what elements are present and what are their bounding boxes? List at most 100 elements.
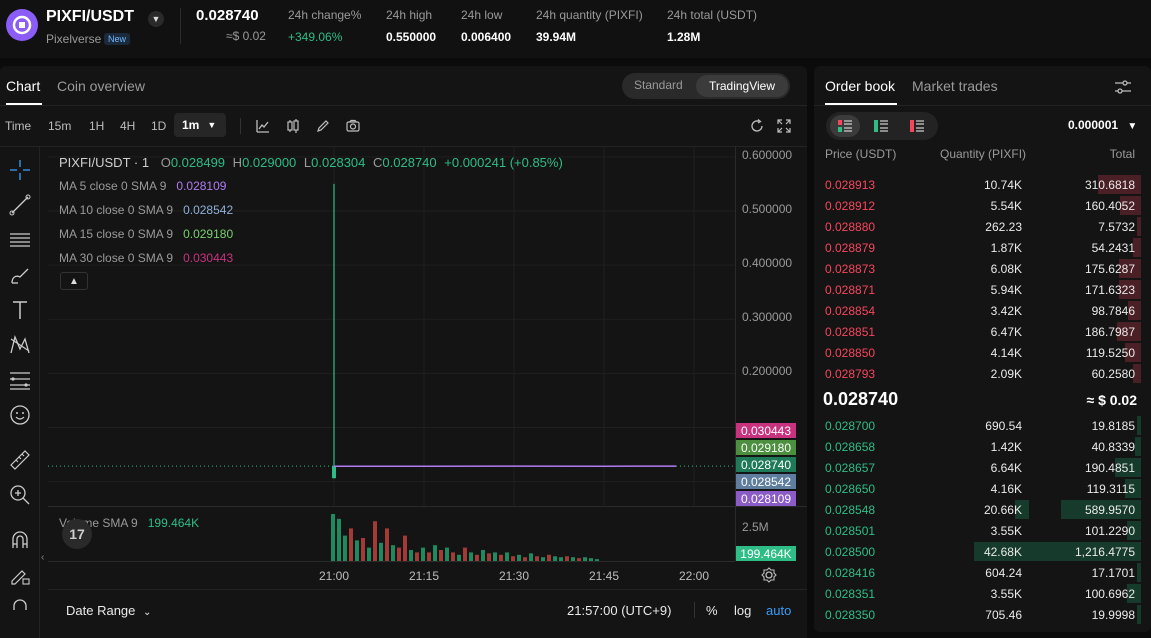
- view-bids-icon[interactable]: [866, 115, 896, 137]
- draw-pencil-icon[interactable]: [315, 118, 331, 134]
- bid-row[interactable]: 0.028658 1.42K 40.8339: [814, 436, 1151, 457]
- pair-dropdown-icon[interactable]: ▼: [148, 11, 164, 27]
- volume-bar: [397, 547, 401, 562]
- auto-scale-toggle[interactable]: auto: [766, 603, 791, 618]
- time-x-axis[interactable]: 21:00 21:15 21:30 21:45 22:00: [48, 561, 735, 589]
- tab-chart[interactable]: Chart: [6, 78, 40, 94]
- stat-label: 24h high: [386, 8, 433, 22]
- bid-row[interactable]: 0.028351 3.55K 100.6962: [814, 583, 1151, 604]
- legend-high: 0.029000: [242, 155, 297, 170]
- percent-scale-toggle[interactable]: %: [706, 603, 718, 618]
- volume-bar: [367, 547, 371, 562]
- tab-order-book[interactable]: Order book: [825, 78, 895, 94]
- bid-row[interactable]: 0.028700 690.54 19.8185: [814, 415, 1151, 436]
- text-tool-icon[interactable]: [8, 298, 32, 322]
- order-quantity: 3.55K: [990, 524, 1022, 538]
- timeframe-1h[interactable]: 1H: [89, 119, 104, 133]
- timezone-clock[interactable]: 21:57:00 (UTC+9): [567, 603, 671, 618]
- bid-row[interactable]: 0.028350 705.46 19.9998: [814, 604, 1151, 625]
- tradingview-logo[interactable]: 17: [62, 519, 92, 549]
- ruler-icon[interactable]: [8, 448, 32, 472]
- crosshair-icon[interactable]: [8, 158, 32, 182]
- price-y-axis[interactable]: 0.600000 0.500000 0.400000 0.300000 0.20…: [735, 146, 807, 506]
- ask-row[interactable]: 0.028879 1.87K 54.2431: [814, 237, 1151, 258]
- timeframe-active-dropdown[interactable]: 1m ▼: [174, 113, 226, 137]
- timeframe-4h[interactable]: 4H: [120, 119, 135, 133]
- collapse-toolbar-icon[interactable]: ‹: [41, 552, 44, 563]
- order-price: 0.028658: [825, 440, 876, 454]
- legend-open: 0.028499: [170, 155, 226, 170]
- order-quantity: 262.23: [985, 220, 1022, 234]
- draw-lock-icon[interactable]: [8, 563, 32, 587]
- pixelverse-logo-icon: [12, 15, 32, 35]
- bid-row[interactable]: 0.028416 604.24 17.1701: [814, 562, 1151, 583]
- order-quantity: 6.47K: [990, 325, 1022, 339]
- zoom-in-icon[interactable]: [8, 483, 32, 507]
- ask-row[interactable]: 0.028912 5.54K 160.4052: [814, 195, 1151, 216]
- ask-row[interactable]: 0.028850 4.14K 119.5250: [814, 342, 1151, 363]
- timeframe-time[interactable]: Time: [5, 119, 31, 133]
- chart-settings-icon[interactable]: [760, 566, 778, 584]
- tab-coin-overview[interactable]: Coin overview: [57, 78, 145, 94]
- ask-row[interactable]: 0.028913 10.74K 310.6818: [814, 174, 1151, 195]
- ask-row[interactable]: 0.028793 2.09K 60.2580: [814, 363, 1151, 384]
- legend-close-label: C: [373, 155, 383, 170]
- bid-row[interactable]: 0.028500 42.68K 1,216.4775: [814, 541, 1151, 562]
- bid-row[interactable]: 0.028501 3.55K 101.2290: [814, 520, 1151, 541]
- fullscreen-icon[interactable]: [776, 118, 792, 134]
- pattern-icon[interactable]: [8, 333, 32, 357]
- indicators-icon[interactable]: [255, 118, 271, 134]
- order-total: 119.3115: [1086, 482, 1135, 496]
- order-total: 101.2290: [1084, 524, 1135, 538]
- view-mode-toggle: Standard TradingView: [622, 73, 790, 99]
- date-range-button[interactable]: Date Range ⌄: [66, 603, 151, 618]
- emoji-icon[interactable]: [8, 403, 32, 427]
- precision-dropdown[interactable]: 0.000001 ▼: [1068, 118, 1137, 132]
- order-total: 17.1701: [1091, 566, 1135, 580]
- ask-row[interactable]: 0.028871 5.94K 171.6323: [814, 279, 1151, 300]
- more-tools-icon[interactable]: [8, 598, 32, 610]
- timeframe-15m[interactable]: 15m: [48, 119, 71, 133]
- col-total: Total: [1109, 147, 1135, 161]
- ma-value: 0.028109: [176, 179, 227, 193]
- ask-row[interactable]: 0.028873 6.08K 175.6287: [814, 258, 1151, 279]
- log-scale-toggle[interactable]: log: [734, 603, 751, 618]
- volume-bar: [361, 538, 365, 562]
- timeframe-1d[interactable]: 1D: [151, 119, 166, 133]
- order-price: 0.028879: [825, 241, 876, 255]
- stat-label: 24h quantity (PIXFI): [536, 8, 643, 22]
- fib-icon[interactable]: [8, 368, 32, 392]
- bid-row[interactable]: 0.028657 6.64K 190.4851: [814, 457, 1151, 478]
- view-tradingview-button[interactable]: TradingView: [696, 75, 788, 97]
- ask-row[interactable]: 0.028880 262.23 7.5732: [814, 216, 1151, 237]
- volume-bar: [421, 547, 425, 562]
- order-book-settings-icon[interactable]: [1113, 77, 1133, 97]
- view-asks-icon[interactable]: [902, 115, 932, 137]
- order-quantity: 42.68K: [983, 545, 1022, 559]
- bid-row[interactable]: 0.028548 20.66K 589.9570: [814, 499, 1151, 520]
- camera-icon[interactable]: [345, 118, 361, 134]
- brush-icon[interactable]: [8, 263, 32, 287]
- volume-pane[interactable]: Volume SMA 9 199.464K 17: [48, 506, 735, 562]
- ask-row[interactable]: 0.028854 3.42K 98.7846: [814, 300, 1151, 321]
- refresh-icon[interactable]: [749, 118, 765, 134]
- caret-down-icon: ▼: [1127, 121, 1138, 132]
- volume-bar: [463, 547, 467, 562]
- pair-name[interactable]: PIXFI/USDT: [46, 8, 134, 26]
- magnet-icon[interactable]: [8, 528, 32, 552]
- price-label-ma30: 0.030443: [736, 423, 796, 438]
- view-standard-button[interactable]: Standard: [634, 78, 683, 92]
- order-price: 0.028873: [825, 262, 876, 276]
- candle-type-icon[interactable]: [285, 118, 301, 134]
- divider: [694, 602, 695, 618]
- legend-collapse-button[interactable]: ▲: [60, 272, 88, 290]
- trend-line-icon[interactable]: [8, 193, 32, 217]
- horizontal-lines-icon[interactable]: [8, 228, 32, 252]
- volume-legend-value: 199.464K: [147, 516, 200, 530]
- view-both-icon[interactable]: [830, 115, 860, 137]
- bid-row[interactable]: 0.028650 4.16K 119.3115: [814, 478, 1151, 499]
- ask-row[interactable]: 0.028851 6.47K 186.7987: [814, 321, 1151, 342]
- tab-market-trades[interactable]: Market trades: [912, 78, 998, 94]
- order-price: 0.028650: [825, 482, 876, 496]
- stat-24h-low: 24h low 0.006400: [461, 8, 511, 44]
